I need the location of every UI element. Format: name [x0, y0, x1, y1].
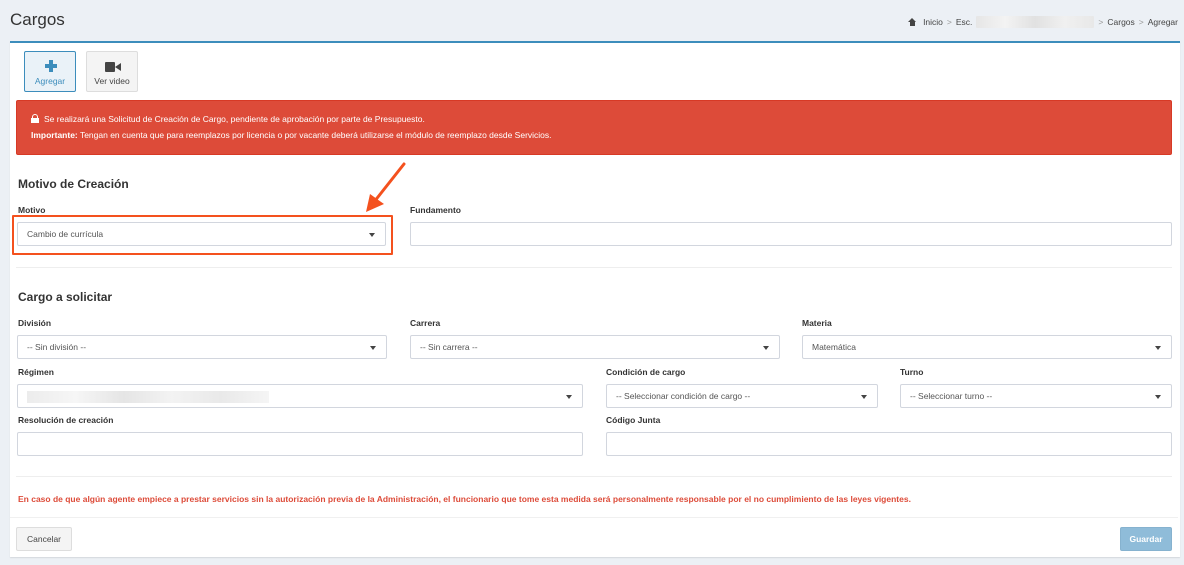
materia-select[interactable]: Matemática [802, 335, 1172, 359]
carrera-select[interactable]: -- Sin carrera -- [410, 335, 780, 359]
turno-select[interactable]: -- Seleccionar turno -- [900, 384, 1172, 408]
carrera-selected-value: -- Sin carrera -- [420, 342, 478, 352]
divider [16, 267, 1172, 268]
cancel-button[interactable]: Cancelar [16, 527, 72, 551]
watch-video-label: Ver video [94, 76, 130, 86]
resolucion-label: Resolución de creación [18, 415, 114, 425]
info-alert: Se realizará una Solicitud de Creación d… [16, 100, 1172, 155]
redacted-regimen-value [27, 391, 269, 403]
home-icon [908, 18, 917, 26]
form-footer: Cancelar Guardar [10, 517, 1178, 557]
condicion-selected-value: -- Seleccionar condición de cargo -- [616, 391, 751, 401]
regimen-label: Régimen [18, 367, 54, 377]
chevron-down-icon [566, 395, 572, 399]
resolucion-input[interactable] [17, 432, 583, 456]
carrera-label: Carrera [410, 318, 441, 328]
materia-selected-value: Matemática [812, 342, 856, 352]
add-button-label: Agregar [34, 76, 66, 86]
turno-label: Turno [900, 367, 924, 377]
turno-selected-value: -- Seleccionar turno -- [910, 391, 993, 401]
chevron-down-icon [763, 346, 769, 350]
breadcrumb-cargos[interactable]: Cargos [1107, 17, 1134, 27]
codigo-junta-input[interactable] [606, 432, 1172, 456]
division-label: División [18, 318, 52, 328]
legal-warning-text: En caso de que algún agente empiece a pr… [18, 494, 911, 504]
motivo-section-title: Motivo de Creación [18, 177, 129, 191]
watch-video-button[interactable]: Ver video [86, 51, 138, 92]
breadcrumb-home[interactable]: Inicio [923, 17, 943, 27]
division-select[interactable]: -- Sin división -- [17, 335, 387, 359]
fundamento-input[interactable] [410, 222, 1172, 246]
save-button[interactable]: Guardar [1120, 527, 1172, 551]
breadcrumb-school[interactable]: Esc. [956, 17, 973, 27]
breadcrumb-separator: > [1138, 17, 1144, 27]
chevron-down-icon [1155, 395, 1161, 399]
breadcrumb: Inicio > Esc. > Cargos > Agregar [908, 16, 1178, 28]
form-box: Agregar Ver video Se realizará una Solic… [10, 41, 1180, 557]
redacted-school-name [976, 16, 1095, 28]
lock-icon [31, 114, 39, 123]
breadcrumb-separator: > [1098, 17, 1104, 27]
add-button[interactable]: Agregar [24, 51, 76, 92]
page-title: Cargos [10, 10, 65, 29]
alert-line-1: Se realizará una Solicitud de Creación d… [44, 114, 425, 124]
codigo-junta-label: Código Junta [606, 415, 661, 425]
condicion-select[interactable]: -- Seleccionar condición de cargo -- [606, 384, 878, 408]
condicion-label: Condición de cargo [606, 367, 686, 377]
alert-important-label: Importante: [31, 130, 78, 140]
breadcrumb-current: Agregar [1147, 17, 1178, 27]
division-selected-value: -- Sin división -- [27, 342, 87, 352]
alert-line-2: Tengan en cuenta que para reemplazos por… [77, 130, 552, 140]
regimen-select[interactable] [17, 384, 583, 408]
breadcrumb-separator: > [946, 17, 952, 27]
video-camera-icon [105, 62, 121, 72]
chevron-down-icon [861, 395, 867, 399]
materia-label: Materia [802, 318, 832, 328]
chevron-down-icon [1155, 346, 1161, 350]
motivo-label: Motivo [18, 205, 46, 215]
fundamento-label: Fundamento [410, 205, 461, 215]
plus-icon [45, 60, 57, 72]
cargo-section-title: Cargo a solicitar [18, 290, 113, 304]
chevron-down-icon [370, 346, 376, 350]
annotation-arrow-icon [366, 162, 406, 212]
divider [16, 476, 1172, 477]
annotation-highlight-box [12, 215, 393, 255]
